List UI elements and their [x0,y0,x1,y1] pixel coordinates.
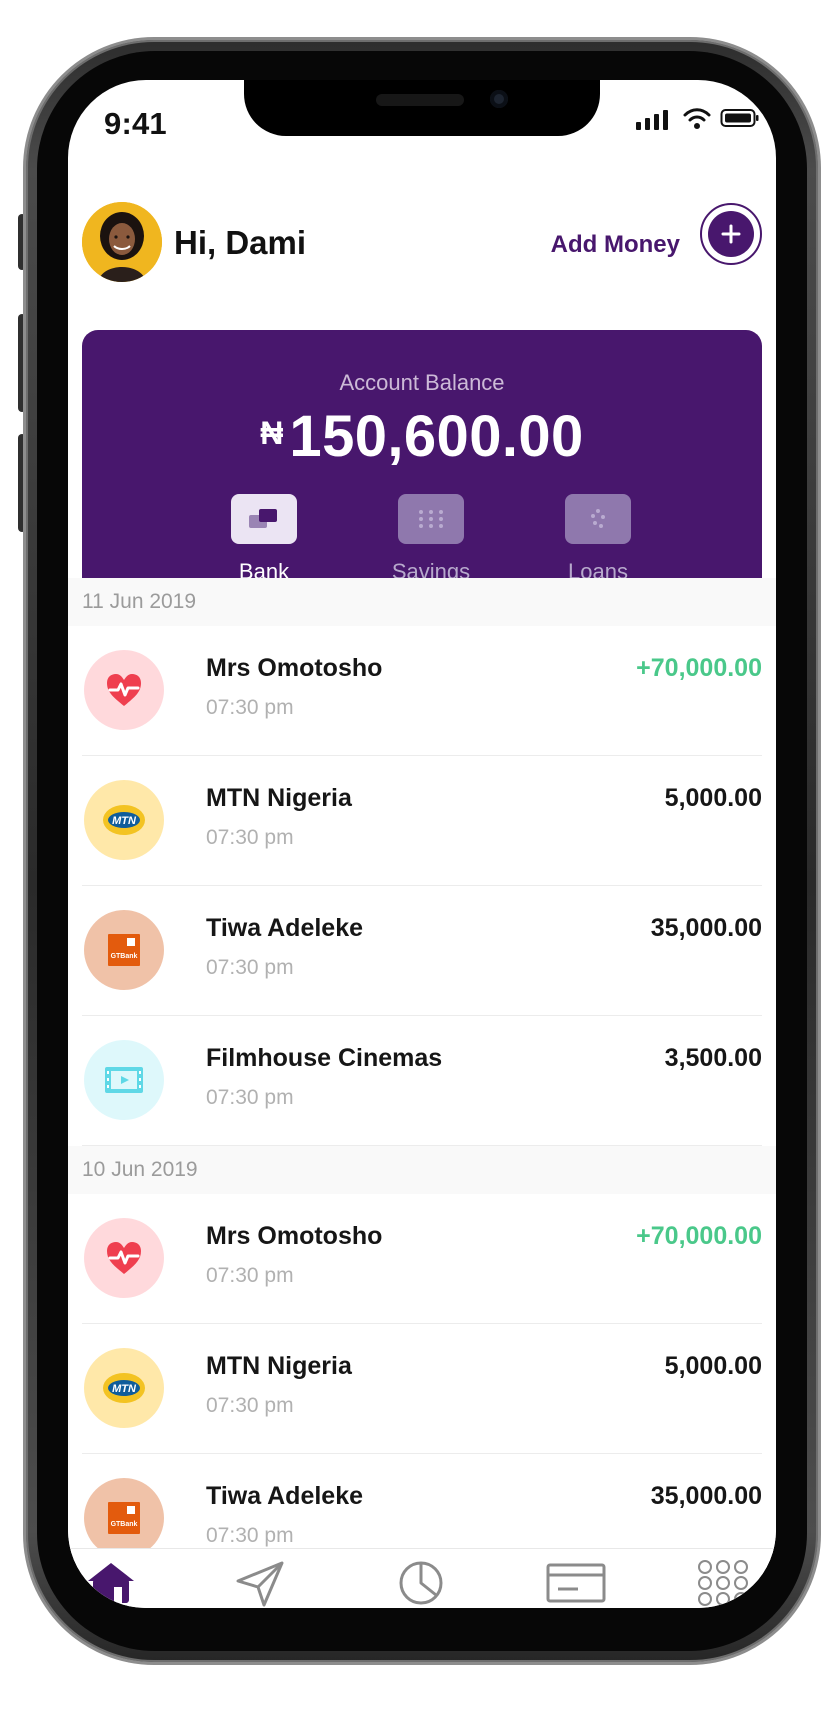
currency-symbol: ₦ [260,415,284,451]
avatar[interactable] [82,202,162,282]
nav-home[interactable] [84,1559,156,1608]
bottom-navigation [68,1548,776,1608]
gtbank-logo-text: GTBank [111,1521,138,1528]
transaction-time: 07:30 pm [206,696,294,719]
transaction-amount: 35,000.00 [650,1482,762,1510]
nav-cards[interactable] [544,1559,616,1608]
add-money-button[interactable] [700,203,762,265]
user-photo-icon [82,202,162,282]
apps-grid-icon [698,1560,748,1606]
transaction-amount: +70,000.00 [636,654,762,682]
mute-button [18,214,26,270]
transaction-name: Mrs Omotosho [206,654,383,682]
balance-row: ₦ 150,600.00 [82,408,762,466]
wifi-icon [683,108,711,129]
gtbank-logo-text: GTBank [111,953,138,960]
header: Hi, Dami Add Money [82,202,762,286]
date-label: 10 Jun 2019 [82,1158,198,1181]
nav-analytics[interactable] [394,1559,466,1608]
film-icon [105,1067,143,1093]
transaction-avatar: MTN [84,780,164,860]
status-icons [634,106,762,138]
transaction-avatar: GTBank [84,910,164,990]
savings-icon-container [398,494,464,544]
greeting: Hi, Dami [174,224,307,261]
transaction-avatar: GTBank [84,1478,164,1558]
mtn-logo-icon: MTN [103,1373,145,1403]
transaction-time: 07:30 pm [206,826,294,849]
status-bar: 9:41 [68,80,776,154]
transaction-avatar: MTN [84,1348,164,1428]
transaction-amount: 5,000.00 [664,1352,762,1380]
heart-pulse-icon [107,674,141,706]
send-icon [236,1561,284,1607]
mtn-logo-icon: MTN [103,805,145,835]
transaction-avatar [84,1218,164,1298]
card-icon [546,1563,606,1603]
transaction-time: 07:30 pm [206,1524,294,1547]
transaction-row[interactable]: Filmhouse Cinemas 07:30 pm 3,500.00 [68,1016,776,1146]
transaction-amount: 3,500.00 [664,1044,762,1072]
transaction-row[interactable]: GTBank Tiwa Adeleke 07:30 pm 35,000.00 [68,886,776,1016]
balance-label: Account Balance [339,370,505,395]
transaction-name: MTN Nigeria [206,784,352,812]
loans-icon-container [565,494,631,544]
nav-apps[interactable] [696,1559,768,1608]
signal-icon [636,110,668,130]
volume-up-button [18,314,26,412]
transaction-name: Filmhouse Cinemas [206,1044,443,1072]
loans-icon [591,509,605,528]
volume-down-button [18,434,26,532]
balance-card: Account Balance ₦ 150,600.00 Bank Saving… [82,330,762,614]
transaction-time: 07:30 pm [206,1086,294,1109]
savings-icon [419,510,443,528]
bank-icon-container [231,494,297,544]
add-money-link[interactable]: Add Money [551,231,680,259]
transaction-avatar [84,650,164,730]
mtn-logo-text: MTN [112,1383,137,1395]
transaction-time: 07:30 pm [206,956,294,979]
nav-send[interactable] [234,1559,306,1608]
app-screen: 9:41 Hi, Dami Add Money Account Balance … [68,80,776,1608]
transaction-amount: +70,000.00 [636,1222,762,1250]
transaction-avatar [84,1040,164,1120]
status-time: 9:41 [104,106,167,141]
heart-pulse-icon [107,1242,141,1274]
transaction-time: 07:30 pm [206,1264,294,1287]
transaction-row[interactable]: Mrs Omotosho 07:30 pm +70,000.00 [68,626,776,756]
device-stage: 9:41 Hi, Dami Add Money Account Balance … [0,0,840,1729]
transaction-row[interactable]: MTN MTN Nigeria 07:30 pm 5,000.00 [68,756,776,886]
plus-icon [721,224,741,244]
bank-icon [249,509,277,528]
transaction-time: 07:30 pm [206,1394,294,1417]
plus-icon-container [708,211,754,257]
date-label: 11 Jun 2019 [82,590,197,613]
date-section-10-jun: 10 Jun 2019 [68,1146,776,1194]
gtbank-logo-icon: GTBank [108,1502,140,1534]
transaction-name: MTN Nigeria [206,1352,352,1380]
battery-icon [720,109,759,127]
date-section-11-jun: 11 Jun 2019 [68,578,776,626]
transaction-row[interactable]: Mrs Omotosho 07:30 pm +70,000.00 [68,1194,776,1324]
balance-amount: 150,600.00 [289,404,584,469]
pie-chart-icon [399,1561,443,1605]
mtn-logo-text: MTN [112,815,137,827]
gtbank-logo-icon: GTBank [108,934,140,966]
transaction-name: Mrs Omotosho [206,1222,383,1250]
home-icon [88,1563,134,1603]
transaction-row[interactable]: MTN MTN Nigeria 07:30 pm 5,000.00 [68,1324,776,1454]
transaction-amount: 5,000.00 [664,784,762,812]
transaction-amount: 35,000.00 [650,914,762,942]
transaction-name: Tiwa Adeleke [206,1482,364,1510]
transaction-name: Tiwa Adeleke [206,914,364,942]
